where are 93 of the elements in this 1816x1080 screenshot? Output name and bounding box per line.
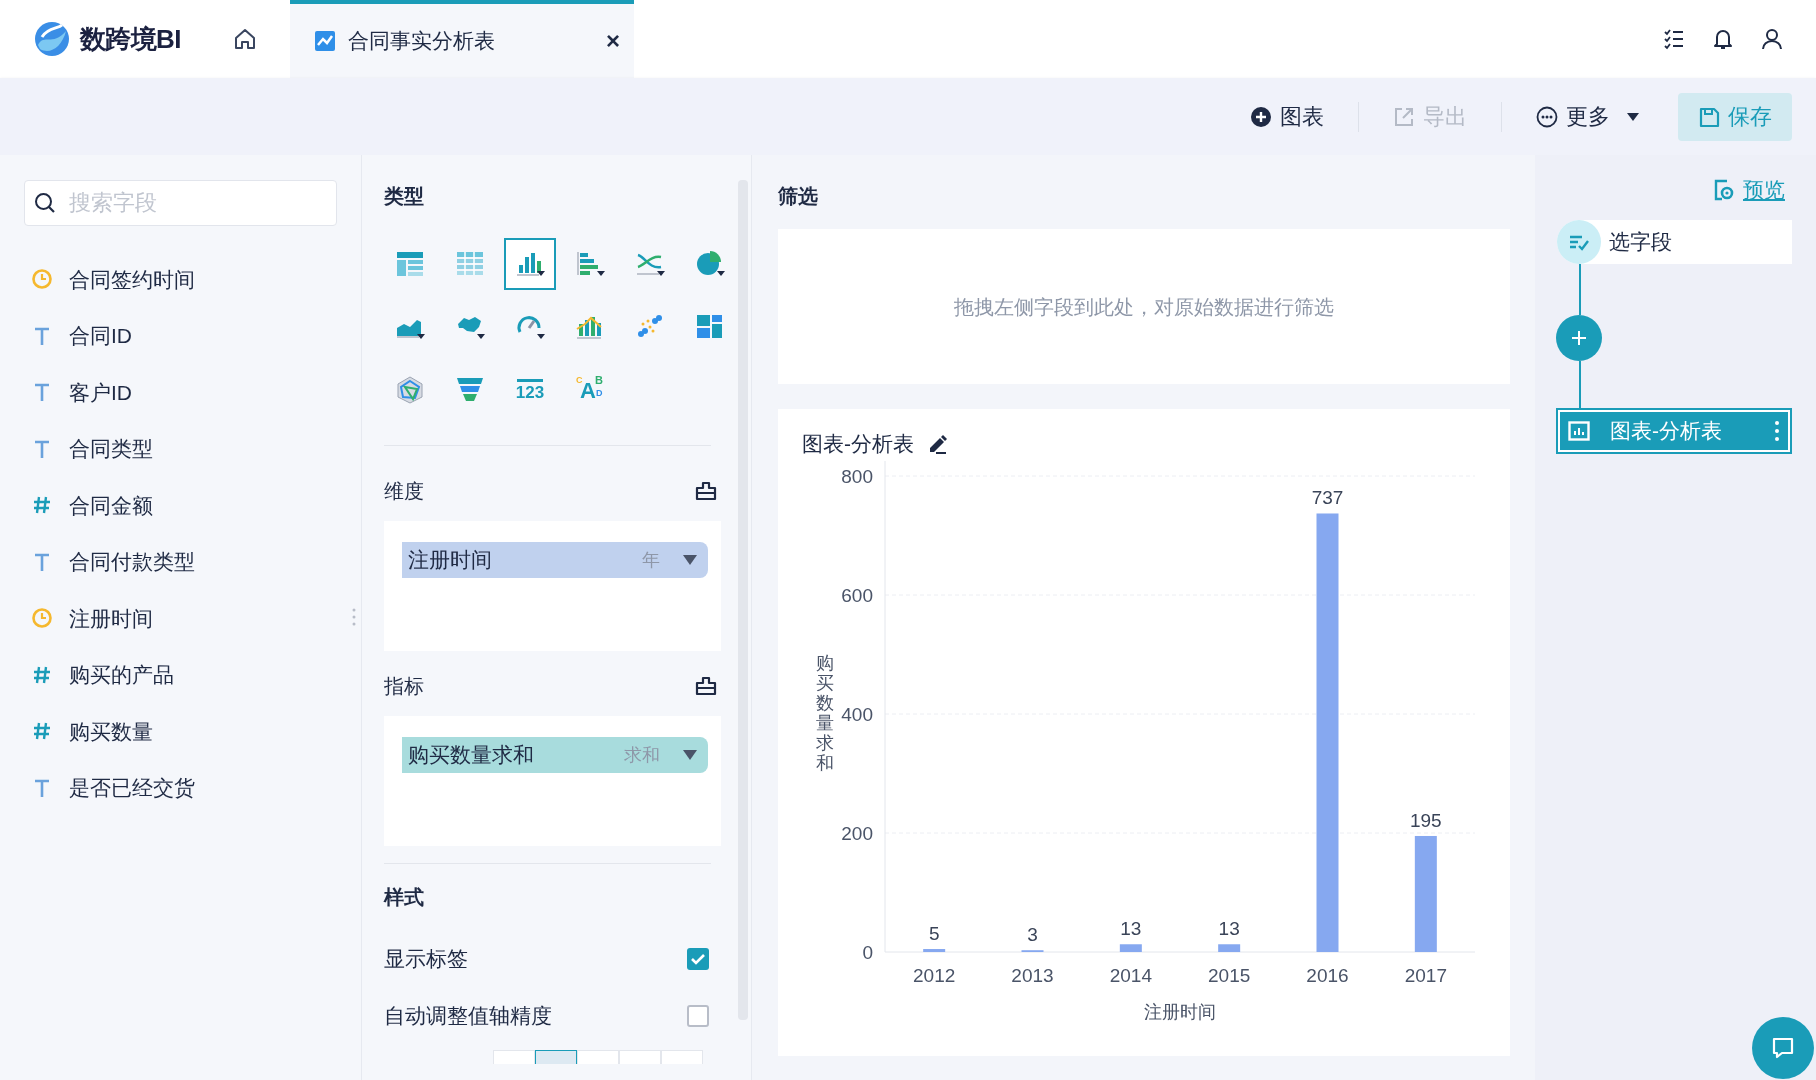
user-icon[interactable] <box>1760 27 1784 51</box>
section-title: 指标 <box>384 674 424 699</box>
document-tab[interactable]: 合同事实分析表 × <box>290 0 634 78</box>
export-icon <box>1393 105 1415 128</box>
flow-step[interactable]: 选字段 <box>1557 220 1792 264</box>
section-title: 样式 <box>384 885 425 910</box>
field-item[interactable]: 合同付款类型 <box>0 533 361 590</box>
field-item[interactable]: 注册时间 <box>0 590 361 647</box>
home-icon[interactable] <box>233 27 257 51</box>
bar[interactable] <box>1218 944 1241 952</box>
field-select-icon <box>1568 233 1590 251</box>
drop-zone[interactable]: 购买数量求和 求和 <box>384 716 721 846</box>
checkbox[interactable] <box>687 1004 709 1027</box>
checkbox[interactable] <box>687 947 709 970</box>
x-tick-label: 2017 <box>1404 965 1447 986</box>
bar[interactable] <box>1119 944 1142 952</box>
section-title: 维度 <box>384 479 424 504</box>
add-step-button[interactable] <box>1556 315 1602 361</box>
preview-icon <box>1713 179 1735 201</box>
more-icon <box>1536 105 1558 128</box>
data-label: 13 <box>1120 918 1142 940</box>
logo-text: 数跨境BI <box>80 22 181 56</box>
section-title: 类型 <box>384 184 425 209</box>
field-item[interactable]: 合同金额 <box>0 477 361 534</box>
bar[interactable] <box>1316 513 1339 952</box>
y-tick-label: 0 <box>862 942 873 963</box>
chat-icon <box>1770 1035 1796 1061</box>
section-title: 筛选 <box>778 184 819 209</box>
x-axis-title: 注册时间 <box>1144 1002 1216 1022</box>
clock-icon <box>31 607 53 630</box>
resize-handle-icon[interactable] <box>351 607 357 627</box>
field-item[interactable]: 合同类型 <box>0 420 361 477</box>
y-tick-label: 600 <box>841 585 873 606</box>
clear-icon[interactable] <box>695 675 717 697</box>
field-pill[interactable]: 购买数量求和 求和 <box>402 737 708 773</box>
x-tick-label: 2015 <box>1208 965 1251 986</box>
search-field[interactable]: 搜索字段 <box>24 180 337 226</box>
aggregation-label: 年 <box>642 548 660 572</box>
data-label: 5 <box>928 923 940 945</box>
step-label: 图表-分析表 <box>1610 418 1723 445</box>
data-label: 195 <box>1410 809 1442 831</box>
logo-icon <box>32 19 72 59</box>
data-label: 3 <box>1027 924 1038 946</box>
drop-hint: 拖拽左侧字段到此处，对原始数据进行筛选 <box>954 294 1334 320</box>
add-button[interactable]: 图表 <box>1236 92 1338 141</box>
field-pill[interactable]: 注册时间 年 <box>402 542 708 578</box>
y-tick-label: 400 <box>841 704 873 725</box>
more-vertical-icon[interactable] <box>1774 420 1780 442</box>
bell-icon[interactable] <box>1711 27 1735 51</box>
aggregation-label: 求和 <box>624 743 660 767</box>
bar[interactable] <box>1414 836 1437 952</box>
option-label: 自动调整值轴精度 <box>384 1002 552 1029</box>
y-axis-title: 购买数量求和 <box>816 653 834 773</box>
y-tick-label: 800 <box>841 466 873 487</box>
task-list-icon[interactable] <box>1662 27 1686 51</box>
check-icon <box>691 952 705 965</box>
field-item[interactable]: 是否已经交货 <box>0 759 361 816</box>
field-item[interactable]: 合同ID <box>0 307 361 364</box>
chart-title: 图表-分析表 <box>802 430 914 457</box>
radar-chart-icon <box>395 375 425 405</box>
bar[interactable] <box>923 949 946 952</box>
x-tick-label: 2016 <box>1306 965 1349 986</box>
clear-icon[interactable] <box>695 480 717 502</box>
clock-icon <box>31 268 53 291</box>
field-item[interactable]: 客户ID <box>0 364 361 421</box>
chart-type-option[interactable] <box>504 238 556 290</box>
caret-icon[interactable] <box>682 749 698 761</box>
x-tick-label: 2012 <box>913 965 956 986</box>
plus-circle-icon <box>1250 105 1272 128</box>
chart-icon <box>1568 421 1590 441</box>
plus-icon <box>1570 329 1588 347</box>
caret-icon[interactable] <box>682 554 698 566</box>
close-icon[interactable]: × <box>606 23 620 59</box>
data-label: 737 <box>1311 487 1344 509</box>
search-icon <box>33 191 57 215</box>
more-button[interactable]: 更多 <box>1522 92 1654 141</box>
caret-icon <box>1626 111 1640 122</box>
option-label: 显示标签 <box>384 945 468 972</box>
field-item[interactable]: 合同签约时间 <box>0 251 361 308</box>
pill-label: 注册时间 <box>408 547 493 574</box>
field-item[interactable]: 购买的产品 <box>0 646 361 703</box>
save-icon <box>1698 105 1720 128</box>
y-tick-label: 200 <box>841 823 873 844</box>
table-icon <box>395 249 425 279</box>
tab-title: 合同事实分析表 <box>348 28 496 55</box>
step-label: 选字段 <box>1609 229 1672 256</box>
x-tick-label: 2014 <box>1109 965 1152 986</box>
drop-zone[interactable]: 注册时间 年 <box>384 521 721 651</box>
chart-icon <box>314 30 336 52</box>
pill-label: 购买数量求和 <box>408 742 535 769</box>
data-label: 13 <box>1218 918 1240 940</box>
x-tick-label: 2013 <box>1011 965 1054 986</box>
field-item[interactable]: 购买数量 <box>0 703 361 760</box>
